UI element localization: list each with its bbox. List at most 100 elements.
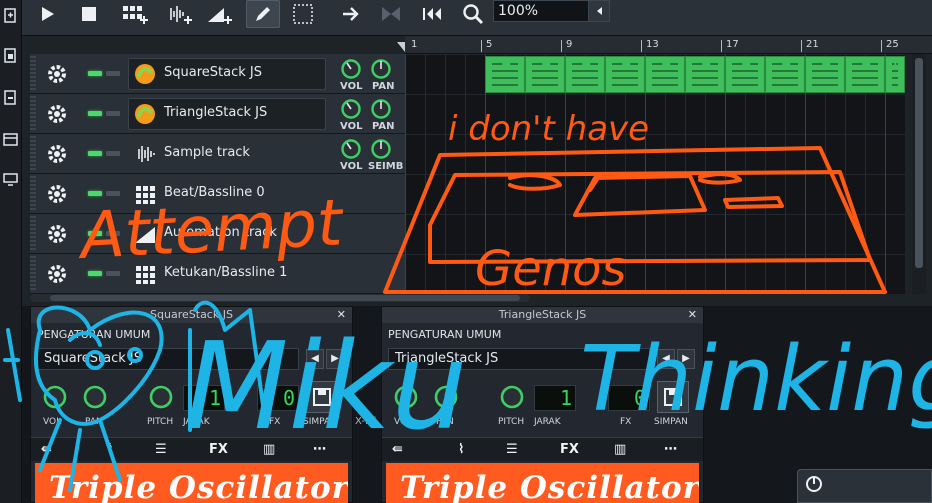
pattern-clip[interactable] [845, 56, 885, 93]
rewind-to-start-button[interactable] [416, 0, 450, 28]
drag-handle[interactable] [30, 256, 36, 292]
vertical-scrollbar[interactable] [912, 54, 926, 294]
pattern-clip[interactable] [605, 56, 645, 93]
pitch-knob[interactable] [498, 383, 526, 411]
new-project-icon[interactable] [3, 8, 18, 23]
tab-plugin[interactable]: ⇚ [392, 442, 403, 457]
minimized-window[interactable] [797, 469, 932, 503]
play-button[interactable] [30, 0, 64, 28]
pan-knob[interactable] [370, 58, 392, 80]
track-row[interactable]: Sample track VOL SEIMB [30, 134, 405, 174]
save-preset-button[interactable] [306, 381, 338, 413]
pattern-clip[interactable] [525, 56, 565, 93]
range-lcd[interactable]: 1 [183, 385, 225, 411]
track-row[interactable]: Ketukan/Bassline 1 [30, 254, 405, 294]
tab-misc[interactable]: ⋯ [313, 442, 326, 457]
previous-instrument-button[interactable]: ◀ [306, 349, 324, 369]
volume-knob[interactable] [340, 138, 362, 160]
fx-lcd[interactable]: 0 [257, 385, 299, 411]
solo-led[interactable] [106, 231, 120, 236]
pattern-clip[interactable] [565, 56, 605, 93]
open-file-icon[interactable] [3, 48, 18, 63]
gear-icon[interactable] [46, 183, 68, 205]
pattern-clip[interactable] [685, 56, 725, 93]
pattern-clip[interactable] [805, 56, 845, 93]
track-row[interactable]: SquareStack JS VOL PAN [30, 54, 405, 94]
drag-handle[interactable] [30, 56, 36, 92]
add-beat-bassline-button[interactable] [118, 0, 152, 28]
close-icon[interactable]: ✕ [688, 308, 697, 321]
mute-led[interactable] [88, 191, 102, 196]
edit-mode-button[interactable] [286, 0, 320, 28]
track-row[interactable]: Beat/Bassline 0 [30, 174, 405, 214]
volume-knob[interactable] [41, 383, 69, 411]
add-sample-track-button[interactable] [162, 0, 196, 28]
save-preset-button[interactable] [657, 381, 689, 413]
add-automation-track-button[interactable] [202, 0, 236, 28]
gear-icon[interactable] [46, 143, 68, 165]
zoom-dropdown-button[interactable] [588, 0, 610, 22]
pan-knob[interactable] [81, 383, 109, 411]
tab-midi[interactable]: ▥ [263, 442, 275, 457]
drag-handle[interactable] [30, 96, 36, 132]
solo-led[interactable] [106, 151, 120, 156]
tab-misc[interactable]: ⋯ [664, 442, 677, 457]
mute-led[interactable] [88, 231, 102, 236]
horizontal-scrollbar[interactable] [30, 294, 530, 302]
mute-led[interactable] [88, 111, 102, 116]
gear-icon[interactable] [46, 263, 68, 285]
loop-points-button[interactable] [374, 0, 408, 28]
volume-knob[interactable] [392, 383, 420, 411]
solo-led[interactable] [106, 71, 120, 76]
pan-knob[interactable] [370, 98, 392, 120]
pattern-clip[interactable] [725, 56, 765, 93]
pan-knob[interactable] [432, 383, 460, 411]
solo-led[interactable] [106, 191, 120, 196]
instrument-name-field[interactable]: TriangleStack JS [388, 348, 650, 370]
pattern-grid[interactable] [405, 54, 905, 294]
computer-icon[interactable] [3, 172, 18, 187]
tab-fx[interactable]: FX [209, 442, 228, 457]
pattern-clip[interactable] [765, 56, 805, 93]
volume-knob[interactable] [340, 98, 362, 120]
save-icon[interactable] [3, 132, 18, 147]
timeline-ruler[interactable]: 1 5 9 13 17 21 25 [405, 36, 932, 54]
drag-handle[interactable] [30, 216, 36, 252]
pitch-knob[interactable] [147, 383, 175, 411]
gear-icon[interactable] [46, 223, 68, 245]
pattern-clip[interactable] [485, 56, 525, 93]
tab-midi[interactable]: ▥ [614, 442, 626, 457]
next-instrument-button[interactable]: ▶ [677, 349, 695, 369]
fx-lcd[interactable]: 0 [608, 385, 650, 411]
track-row[interactable]: TriangleStack JS VOL PAN [30, 94, 405, 134]
gear-icon[interactable] [46, 103, 68, 125]
mute-led[interactable] [88, 271, 102, 276]
solo-led[interactable] [106, 111, 120, 116]
mute-led[interactable] [88, 71, 102, 76]
draw-mode-button[interactable] [246, 0, 280, 28]
tab-fx[interactable]: FX [560, 442, 579, 457]
tab-envelope[interactable]: ⌇ [458, 442, 464, 457]
scrollbar-thumb[interactable] [50, 295, 520, 301]
track-row[interactable]: Automation track [30, 214, 405, 254]
stop-button[interactable] [72, 0, 106, 28]
tab-envelope[interactable]: ⌇ [107, 442, 113, 457]
scrollbar-thumb[interactable] [915, 58, 923, 268]
pattern-clip[interactable] [885, 56, 905, 93]
pattern-clip[interactable] [645, 56, 685, 93]
tab-function[interactable]: ☰ [506, 442, 518, 457]
tab-plugin[interactable]: ⇚ [41, 442, 52, 457]
previous-instrument-button[interactable]: ◀ [657, 349, 675, 369]
instrument-name-field[interactable]: SquareStack JS [37, 348, 299, 370]
zoom-button[interactable] [456, 0, 490, 28]
pan-knob[interactable] [370, 138, 392, 160]
recent-file-icon[interactable] [3, 90, 18, 105]
tab-function[interactable]: ☰ [155, 442, 167, 457]
volume-knob[interactable] [340, 58, 362, 80]
gear-icon[interactable] [46, 63, 68, 85]
solo-led[interactable] [106, 271, 120, 276]
next-instrument-button[interactable]: ▶ [326, 349, 344, 369]
drag-handle[interactable] [30, 176, 36, 212]
zoom-select[interactable]: 100% [493, 0, 589, 22]
jump-forward-button[interactable] [334, 0, 368, 28]
